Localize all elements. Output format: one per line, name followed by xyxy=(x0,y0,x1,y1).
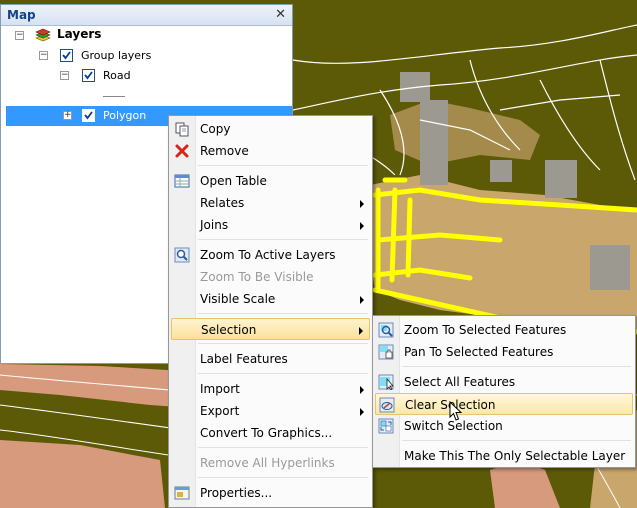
menu-separator xyxy=(198,373,368,374)
menu-item-remove-all-hyperlinks: Remove All Hyperlinks xyxy=(200,456,335,470)
select-all-icon xyxy=(378,374,394,391)
submenu-arrow-icon xyxy=(360,408,364,416)
menu-item-convert-to-graphics[interactable]: Convert To Graphics... xyxy=(171,422,370,444)
menu-item-selection[interactable]: Selection xyxy=(171,318,370,340)
submenu-arrow-icon xyxy=(359,327,363,335)
menu-item-clear-selection[interactable]: Clear Selection xyxy=(375,393,633,415)
menu-item-properties[interactable]: Properties... xyxy=(171,482,370,504)
checkbox-road[interactable] xyxy=(82,69,95,82)
checkbox-polygon[interactable] xyxy=(82,109,95,122)
submenu-arrow-icon xyxy=(360,222,364,230)
submenu-arrow-icon xyxy=(360,296,364,304)
menu-separator xyxy=(198,447,368,448)
menu-separator xyxy=(198,165,368,166)
toc-title: Map xyxy=(7,8,36,22)
properties-icon xyxy=(174,485,190,501)
menu-item-relates[interactable]: Relates xyxy=(171,192,370,214)
building xyxy=(490,160,512,182)
layer-context-menu: Copy Remove Open Table Relates Joins Zoo… xyxy=(168,115,373,508)
table-icon xyxy=(174,173,190,189)
menu-separator xyxy=(198,343,368,344)
tree-root-label: Layers xyxy=(57,27,102,41)
submenu-arrow-icon xyxy=(360,200,364,208)
menu-item-import[interactable]: Import xyxy=(171,378,370,400)
menu-separator xyxy=(198,477,368,478)
collapse-icon[interactable]: − xyxy=(39,51,48,60)
building xyxy=(545,160,577,198)
expand-icon[interactable]: + xyxy=(63,111,72,120)
submenu-arrow-icon xyxy=(360,386,364,394)
selection-submenu: Zoom To Selected Features Pan To Selecte… xyxy=(372,315,636,468)
zoom-selected-icon xyxy=(378,322,394,338)
menu-separator xyxy=(198,313,368,314)
road-symbol xyxy=(103,96,125,97)
mouse-cursor-icon xyxy=(449,401,463,421)
menu-item-select-all-features[interactable]: Select All Features xyxy=(375,371,633,393)
menu-item-zoom-to-selected[interactable]: Zoom To Selected Features xyxy=(375,319,633,341)
clear-selection-icon xyxy=(379,397,395,413)
collapse-icon[interactable]: − xyxy=(60,71,69,80)
menu-item-zoom-to-be-visible: Zoom To Be Visible xyxy=(200,270,314,284)
menu-item-label-features[interactable]: Label Features xyxy=(171,348,370,370)
menu-item-joins[interactable]: Joins xyxy=(171,214,370,236)
tree-polygon-label[interactable]: Polygon xyxy=(103,109,146,122)
menu-separator xyxy=(402,440,631,441)
copy-icon xyxy=(174,121,190,137)
checkbox-group-layers[interactable] xyxy=(60,49,73,62)
menu-separator xyxy=(402,366,631,367)
toc-titlebar: Map ✕ xyxy=(1,5,292,26)
layers-icon xyxy=(34,27,52,43)
menu-item-switch-selection[interactable]: Switch Selection xyxy=(375,415,633,437)
menu-item-copy[interactable]: Copy xyxy=(171,118,370,140)
building xyxy=(420,100,448,185)
menu-item-open-table[interactable]: Open Table xyxy=(171,170,370,192)
tree-road-label: Road xyxy=(103,69,131,82)
menu-item-make-only-selectable[interactable]: Make This The Only Selectable Layer xyxy=(375,445,633,467)
menu-item-zoom-to-active-layers[interactable]: Zoom To Active Layers xyxy=(171,244,370,266)
menu-item-export[interactable]: Export xyxy=(171,400,370,422)
building xyxy=(590,245,630,290)
menu-item-pan-to-selected[interactable]: Pan To Selected Features xyxy=(375,341,633,363)
remove-icon xyxy=(174,143,190,159)
switch-selection-icon xyxy=(378,418,394,434)
collapse-icon[interactable]: − xyxy=(15,31,24,40)
menu-item-visible-scale[interactable]: Visible Scale xyxy=(171,288,370,310)
zoom-layers-icon xyxy=(174,247,190,263)
close-icon[interactable]: ✕ xyxy=(275,7,286,22)
tree-group-label: Group layers xyxy=(81,49,152,62)
pan-selected-icon xyxy=(378,344,394,360)
menu-item-remove[interactable]: Remove xyxy=(171,140,370,162)
menu-separator xyxy=(198,239,368,240)
